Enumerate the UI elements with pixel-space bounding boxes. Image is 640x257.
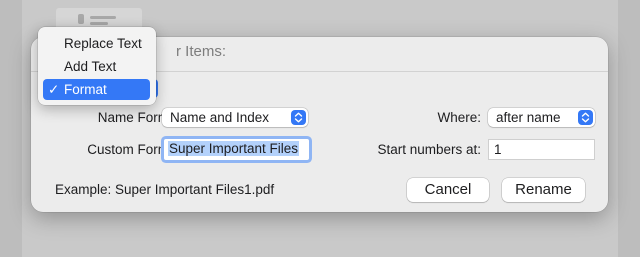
menu-item-label: Add Text [64,59,117,74]
up-down-chevron-icon [578,110,593,125]
start-numbers-input[interactable]: 1 [488,139,595,160]
where-select[interactable]: after name [488,108,595,127]
rename-button[interactable]: Rename [502,178,585,202]
start-numbers-label: Start numbers at: [377,142,481,157]
menu-item-label: Format [64,82,107,97]
start-numbers-value: 1 [494,142,502,157]
menu-item-add-text[interactable]: Add Text [43,56,150,77]
menu-item-label: Replace Text [64,36,142,51]
menu-item-replace-text[interactable]: Replace Text [43,33,150,54]
dialog-title: r Items: [176,43,227,60]
checkmark-icon: ✓ [48,82,60,97]
example-text: Example: Super Important Files1.pdf [55,182,275,197]
up-down-chevron-icon [291,110,306,125]
where-label: Where: [437,110,481,125]
custom-format-input[interactable]: Super Important Files [164,139,309,160]
name-format-select[interactable]: Name and Index [162,108,308,127]
cancel-button[interactable]: Cancel [407,178,489,202]
action-dropdown-menu: Replace Text Add Text ✓ Format [38,27,156,105]
where-value: after name [496,110,561,125]
menu-item-format[interactable]: ✓ Format [43,79,150,100]
name-format-value: Name and Index [170,110,270,125]
custom-format-value: Super Important Files [168,141,300,156]
